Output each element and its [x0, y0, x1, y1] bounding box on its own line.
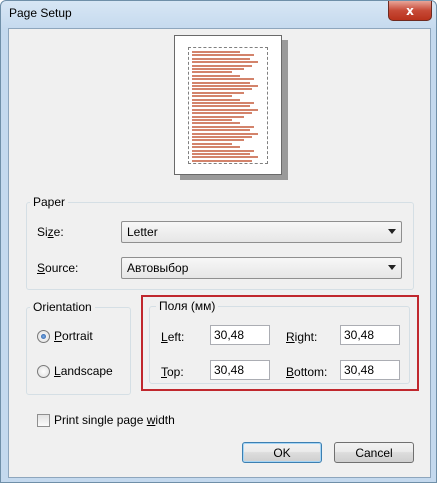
preview-text-line	[192, 102, 254, 104]
size-select-value: Letter	[127, 225, 158, 239]
preview-text-line	[192, 125, 254, 128]
preview-text-line	[192, 95, 232, 98]
chevron-down-icon	[388, 265, 396, 270]
right-margin-field[interactable]	[340, 325, 400, 345]
preview-text-line	[192, 88, 252, 91]
left-margin-field[interactable]	[210, 325, 270, 345]
preview-text-line	[192, 115, 244, 118]
preview-text-line	[192, 136, 252, 138]
preview-text-line	[192, 139, 244, 142]
preview-text-line	[192, 142, 232, 145]
portrait-radio[interactable]	[37, 330, 50, 343]
preview-text-line	[192, 91, 244, 94]
source-select-value: Автовыбор	[127, 261, 189, 275]
landscape-label[interactable]: Landscape	[54, 364, 113, 378]
page-setup-dialog: Page Setup x Paper Size: Letter Source: …	[0, 0, 437, 483]
close-button[interactable]: x	[388, 1, 432, 21]
preview-text-line	[192, 149, 254, 152]
close-icon: x	[406, 3, 414, 18]
preview-text-line	[192, 78, 254, 81]
preview-text-line	[192, 159, 252, 162]
preview-text-line	[192, 129, 250, 132]
bottom-margin-label: Bottom:	[286, 365, 328, 379]
portrait-label[interactable]: Portrait	[54, 329, 93, 343]
page-preview	[174, 35, 282, 175]
preview-text-line	[192, 105, 250, 108]
cancel-button[interactable]: Cancel	[334, 442, 414, 463]
preview-text-line	[192, 146, 240, 149]
source-select[interactable]: Автовыбор	[121, 257, 402, 279]
preview-text-line	[192, 132, 258, 135]
ok-button[interactable]: OK	[242, 442, 322, 463]
preview-text-line	[192, 153, 250, 155]
preview-text-line	[192, 85, 258, 87]
source-label: Source:	[37, 261, 79, 275]
preview-text-line	[192, 54, 254, 57]
right-margin-label: Right:	[286, 330, 318, 344]
print-width-checkbox[interactable]	[37, 414, 50, 427]
bottom-margin-input[interactable]	[344, 363, 396, 377]
bottom-margin-field[interactable]	[340, 360, 400, 380]
title-bar: Page Setup x	[1, 1, 436, 27]
landscape-radio[interactable]	[37, 365, 50, 378]
margins-group-label: Поля (мм)	[156, 299, 219, 313]
left-margin-label: Left:	[161, 330, 185, 344]
preview-text-line	[192, 81, 250, 84]
right-margin-input[interactable]	[344, 328, 396, 342]
top-margin-label: Top:	[161, 365, 184, 379]
orientation-group-label: Orientation	[30, 300, 95, 314]
preview-text-line	[192, 98, 240, 101]
top-margin-input[interactable]	[214, 363, 266, 377]
print-width-label[interactable]: Print single page width	[54, 413, 175, 427]
size-select[interactable]: Letter	[121, 221, 402, 243]
orientation-group	[26, 307, 131, 395]
preview-text-line	[192, 61, 258, 64]
preview-text-line	[192, 108, 258, 111]
preview-text-line	[192, 64, 252, 67]
preview-text-line	[192, 122, 240, 125]
preview-text-line	[192, 57, 250, 60]
top-margin-field[interactable]	[210, 360, 270, 380]
chevron-down-icon	[388, 229, 396, 234]
paper-group-label: Paper	[30, 195, 69, 209]
preview-text-line	[192, 156, 258, 159]
preview-text-line	[192, 112, 252, 115]
preview-text-line	[192, 119, 232, 121]
preview-text-line	[192, 68, 244, 70]
dialog-body: Paper Size: Letter Source: Автовыбор Ori…	[8, 28, 431, 478]
preview-text-line	[192, 51, 240, 53]
preview-text-line	[192, 71, 232, 74]
preview-margin-box	[188, 47, 268, 164]
size-label: Size:	[37, 225, 64, 239]
left-margin-input[interactable]	[214, 328, 266, 342]
preview-text-line	[192, 74, 240, 77]
window-title: Page Setup	[9, 6, 72, 20]
